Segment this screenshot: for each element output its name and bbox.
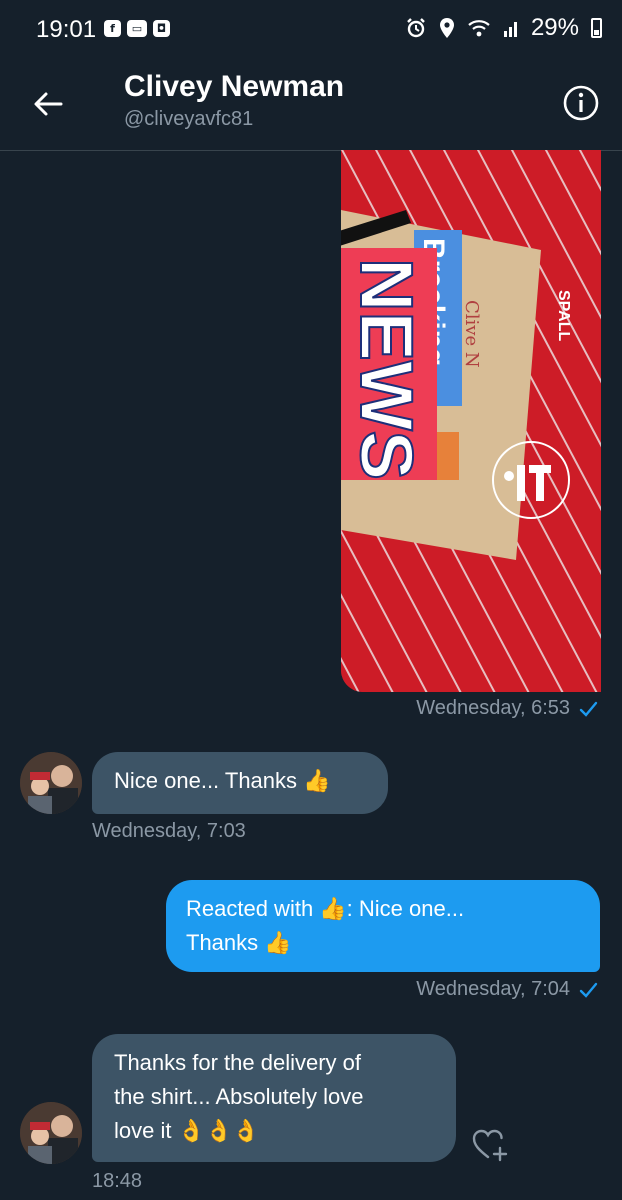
battery-icon	[591, 18, 602, 38]
sent-image-message[interactable]: Clive N Breaking NEWS SPALL	[341, 150, 601, 692]
add-reaction-icon[interactable]	[470, 1124, 510, 1164]
message-text: Nice one... Thanks 👍	[114, 768, 331, 793]
location-icon	[439, 18, 454, 38]
received-message-bubble[interactable]: Thanks for the delivery of the shirt... …	[92, 1034, 456, 1162]
app-notification-icon: f	[104, 20, 121, 37]
contact-avatar[interactable]	[20, 1102, 82, 1164]
received-message-bubble[interactable]: Nice one... Thanks 👍	[92, 752, 388, 814]
message-timestamp: Wednesday, 6:53	[416, 697, 570, 719]
cloud-notification-icon: ▭	[127, 20, 147, 37]
image-message-meta: Wednesday, 6:53	[416, 697, 598, 720]
battery-percent: 29%	[530, 14, 579, 41]
alarm-icon	[407, 18, 425, 38]
status-time: 19:01	[36, 16, 97, 43]
envelope-address: Clive N	[461, 300, 482, 368]
avatar-photo	[20, 1102, 82, 1164]
message-line: love it 👌👌👌	[114, 1118, 260, 1143]
message-timestamp: Wednesday, 7:04	[416, 978, 570, 1000]
message-line: Thanks 👍	[186, 930, 292, 955]
status-bar: 19:01 f ▭ ◘ 29%	[0, 0, 622, 64]
back-arrow-icon	[34, 92, 63, 116]
message-line: the shirt... Absolutely love	[114, 1084, 364, 1109]
system-icons: 29%	[405, 14, 602, 42]
info-icon[interactable]	[562, 84, 600, 122]
sent-message-bubble[interactable]: Reacted with 👍: Nice one... Thanks 👍	[166, 880, 600, 972]
sent-check-icon	[579, 701, 598, 717]
message-line: Thanks for the delivery of	[114, 1050, 362, 1075]
contact-name[interactable]: Clivey Newman	[124, 70, 344, 104]
notification-icons: f ▭ ◘	[104, 20, 170, 37]
news-label: NEWS	[341, 248, 437, 481]
signal-icon	[503, 22, 517, 37]
square-notification-icon: ◘	[153, 20, 170, 37]
news-text: NEWS	[345, 258, 428, 480]
message-timestamp: 18:48	[92, 1170, 143, 1192]
sent-message-meta: Wednesday, 7:04	[416, 978, 598, 1001]
contact-handle: @cliveyavfc81	[124, 108, 254, 130]
shirt-photo: Clive N Breaking NEWS SPALL	[341, 150, 601, 692]
contact-avatar[interactable]	[20, 752, 82, 814]
conversation-header: Clivey Newman @cliveyavfc81	[0, 64, 622, 151]
shirt-sponsor: SPALL	[555, 290, 572, 341]
back-button[interactable]	[28, 84, 68, 124]
message-timestamp: Wednesday, 7:03	[92, 820, 246, 842]
message-line: Reacted with 👍: Nice one...	[186, 896, 465, 921]
avatar-photo	[20, 752, 82, 814]
sent-check-icon	[579, 982, 598, 998]
wifi-icon	[468, 20, 490, 37]
